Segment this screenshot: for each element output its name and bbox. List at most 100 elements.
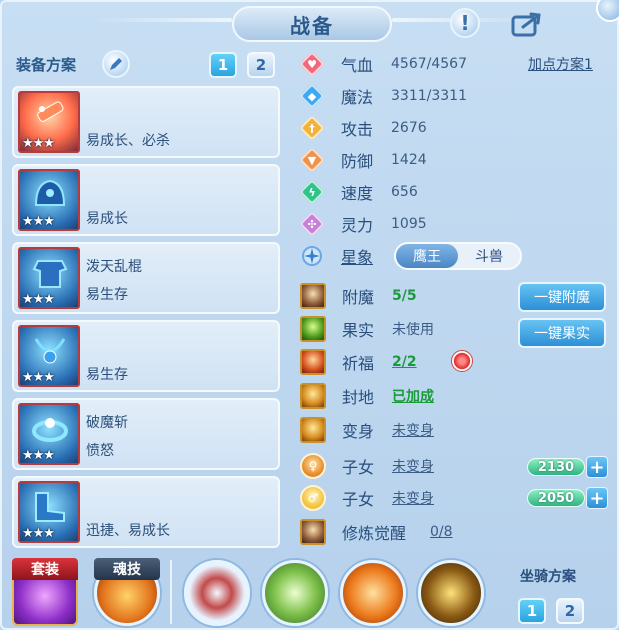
equipment-plan-label: 装备方案 <box>16 56 77 74</box>
equipment-card-boots[interactable]: ★★★ 迅捷、易成长 <box>12 476 280 548</box>
star-sign-option-beast[interactable]: 斗兽 <box>458 244 520 268</box>
one-click-fruit-button[interactable]: 一键果实 <box>518 318 606 348</box>
title-banner: 战备 <box>232 6 392 42</box>
stat-name: 速度 <box>341 184 374 203</box>
bless-value[interactable]: 2/2 <box>392 354 417 370</box>
rarity-stars: ★★★ <box>22 292 55 307</box>
share-icon[interactable] <box>510 10 544 38</box>
stat-value: 4567/4567 <box>391 56 467 72</box>
fruit-row: 果实 未使用 <box>300 315 434 343</box>
equipment-plan-panel: 装备方案 1 2 ★★★ 易成长、必杀 ★★★ 易成长 ★★★ 泼天乱棍 易生存… <box>8 44 288 554</box>
suit-set-label: 套装 <box>12 558 78 580</box>
boots-icon: ★★★ <box>18 481 80 543</box>
equipment-name: 泼天乱棍 <box>86 259 142 275</box>
equipment-traits: 愤怒 <box>86 443 114 459</box>
child-icon: ♀ <box>300 453 326 479</box>
fief-icon <box>300 383 326 409</box>
equipment-plan-tab-2[interactable]: 2 <box>247 52 275 78</box>
equipment-card-belt[interactable]: ★★★ 破魔斩 愤怒 <box>12 398 280 470</box>
bless-label: 祈福 <box>342 354 375 373</box>
equipment-card-helmet[interactable]: ★★★ 易成长 <box>12 164 280 236</box>
child-status[interactable]: 未变身 <box>392 488 434 508</box>
stat-name: 攻击 <box>341 120 374 139</box>
stat-value: 2676 <box>391 120 427 136</box>
bless-row: 祈福 2/2 <box>300 348 417 376</box>
fief-label: 封地 <box>342 388 375 407</box>
bless-icon <box>300 349 326 375</box>
star-sign-toggle: 鹰王 斗兽 <box>394 242 522 270</box>
stat-row-attack: † 攻击 2676 <box>299 114 427 142</box>
stat-name: 灵力 <box>341 216 374 235</box>
stat-name: 气血 <box>341 56 374 75</box>
stat-value: 1095 <box>391 216 427 232</box>
help-alert-icon[interactable]: ! <box>450 8 480 38</box>
rarity-stars: ★★★ <box>22 136 55 151</box>
divider <box>170 560 172 624</box>
child-label: 子女 <box>342 458 375 477</box>
rarity-stars: ★★★ <box>22 370 55 385</box>
sword-icon: † <box>299 115 325 141</box>
star-sign-label[interactable]: 星象 <box>341 244 391 268</box>
child-add-button[interactable]: + <box>586 487 608 509</box>
transform-value[interactable]: 未变身 <box>392 420 434 440</box>
equipment-traits: 迅捷、易成长 <box>86 523 170 539</box>
stat-name: 魔法 <box>341 88 374 107</box>
soul-skill-label: 魂技 <box>94 558 160 580</box>
helmet-icon: ★★★ <box>18 169 80 231</box>
enchant-icon <box>300 283 326 309</box>
skill-orb-vine-icon[interactable] <box>262 560 328 626</box>
stat-row-hp: ♥ 气血 4567/4567 <box>299 50 467 78</box>
transform-row: 变身 未变身 <box>300 416 434 444</box>
shield-icon: ▼ <box>299 147 325 173</box>
cultivate-icon <box>300 519 326 545</box>
mount-plan-tab-1[interactable]: 1 <box>518 598 546 624</box>
equipment-card-weapon[interactable]: ★★★ 易成长、必杀 <box>12 86 280 158</box>
enchant-label: 附魔 <box>342 288 375 307</box>
skill-orb-lion-icon[interactable] <box>340 560 406 626</box>
one-click-enchant-button[interactable]: 一键附魔 <box>518 282 606 312</box>
mount-plan-tab-2[interactable]: 2 <box>556 598 584 624</box>
skill-orb-warrior-icon[interactable] <box>418 560 484 626</box>
lightning-icon: ϟ <box>299 179 325 205</box>
title-ornament-left <box>92 18 232 22</box>
enchant-row: 附魔 5/5 <box>300 282 417 310</box>
stat-value: 1424 <box>391 152 427 168</box>
equipment-name: 破魔斩 <box>86 415 128 431</box>
child-add-button[interactable]: + <box>586 456 608 478</box>
edit-plan-pencil-icon[interactable] <box>102 50 130 78</box>
equipment-card-necklace[interactable]: ★★★ 易生存 <box>12 320 280 392</box>
transform-icon <box>300 417 326 443</box>
fruit-icon <box>300 316 326 342</box>
equipment-traits: 易成长 <box>86 211 128 227</box>
fief-row: 封地 已加成 <box>300 382 434 410</box>
child-exp-bar: 2130 <box>527 458 585 476</box>
rarity-stars: ★★★ <box>22 526 55 541</box>
cultivate-row: 修炼觉醒 0/8 <box>300 518 453 546</box>
stat-row-defense: ▼ 防御 1424 <box>299 146 427 174</box>
heart-icon: ♥ <box>299 51 325 77</box>
cultivate-value[interactable]: 0/8 <box>430 524 453 540</box>
stat-name: 防御 <box>341 152 374 171</box>
equipment-plan-tab-1[interactable]: 1 <box>209 52 237 78</box>
skill-orb-swirl-icon[interactable] <box>184 560 250 626</box>
star-sign-option-eagle[interactable]: 鹰王 <box>396 244 458 268</box>
belt-icon: ★★★ <box>18 403 80 465</box>
child-status[interactable]: 未变身 <box>392 456 434 476</box>
rarity-stars: ★★★ <box>22 448 55 463</box>
fruit-label: 果实 <box>342 321 375 340</box>
fief-value[interactable]: 已加成 <box>392 386 434 406</box>
weapon-icon: ★★★ <box>18 91 80 153</box>
stat-row-star-sign: 星象 <box>300 242 391 270</box>
bottom-skill-bar: 套装 魂技 坐骑方案 1 2 <box>0 552 619 630</box>
add-point-plan-link[interactable]: 加点方案1 <box>528 54 593 74</box>
necklace-icon: ★★★ <box>18 325 80 387</box>
child-label: 子女 <box>342 490 375 509</box>
rarity-stars: ★★★ <box>22 214 55 229</box>
page-title: 战备 <box>290 13 334 38</box>
bless-timer-icon[interactable] <box>451 350 473 372</box>
armor-icon: ★★★ <box>18 247 80 309</box>
equipment-card-armor[interactable]: ★★★ 泼天乱棍 易生存 <box>12 242 280 314</box>
stat-row-mp: ◆ 魔法 3311/3311 <box>299 82 467 110</box>
stat-value: 3311/3311 <box>391 88 467 104</box>
child-exp-bar: 2050 <box>527 489 585 507</box>
